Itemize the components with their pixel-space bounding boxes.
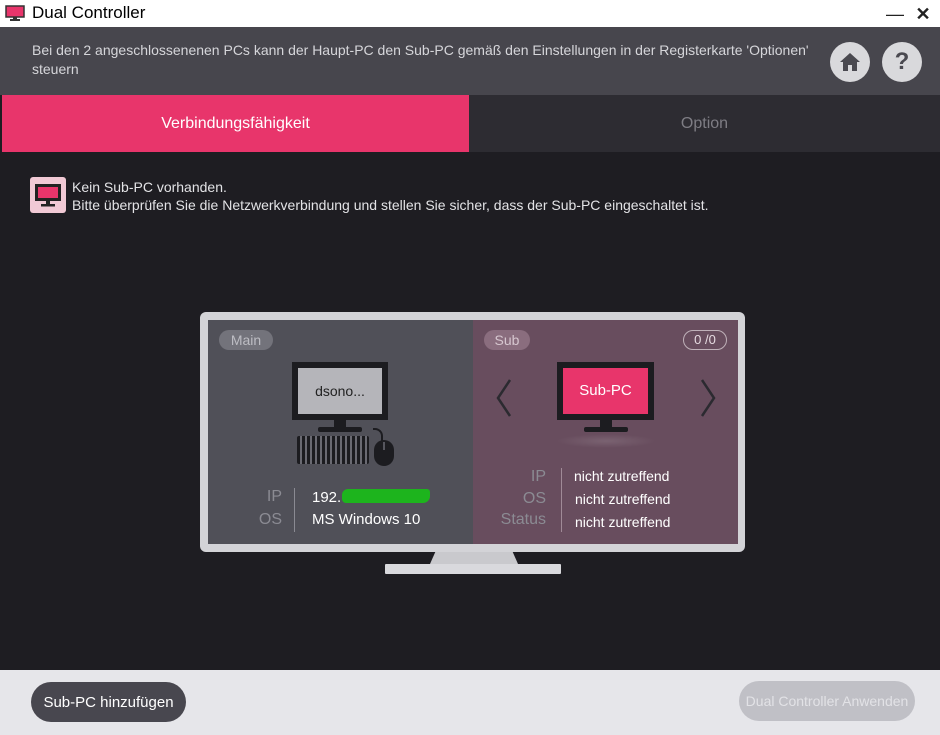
- tab-option[interactable]: Option: [469, 95, 940, 152]
- main-pc-monitor-foot: [318, 427, 362, 432]
- sub-ip-value: nicht zutreffend: [574, 468, 670, 484]
- minimize-button[interactable]: —: [884, 3, 906, 25]
- apply-dual-controller-button[interactable]: Dual Controller Anwenden: [739, 681, 915, 721]
- tab-connectivity[interactable]: Verbindungsfähigkeit: [2, 95, 469, 152]
- main-ip-label: IP: [266, 488, 282, 505]
- sub-os-label: OS: [522, 490, 546, 507]
- main-os-value: MS Windows 10: [312, 511, 421, 528]
- notice-message: Kein Sub-PC vorhanden. Bitte überprüfen …: [72, 178, 709, 214]
- main-tag: Main: [219, 330, 273, 350]
- sub-status-value: nicht zutreffend: [575, 514, 671, 530]
- sub-pc-reflection: [556, 434, 656, 448]
- sub-pc-monitor-foot: [584, 427, 628, 432]
- notice-line-2: Bitte überprüfen Sie die Netzwerkverbind…: [72, 197, 709, 213]
- add-sub-pc-button[interactable]: Sub-PC hinzufügen: [31, 682, 186, 722]
- help-icon: ?: [894, 48, 910, 75]
- home-icon: [840, 53, 860, 71]
- title-bar: Dual Controller — ✕: [0, 0, 940, 27]
- keyboard-icon: [297, 436, 369, 464]
- close-button[interactable]: ✕: [912, 3, 934, 25]
- dual-controller-window: Dual Controller — ✕ Bei den 2 angeschlos…: [0, 0, 940, 735]
- window-title: Dual Controller: [32, 3, 146, 22]
- notice-line-1: Kein Sub-PC vorhanden.: [72, 179, 227, 195]
- notice-monitor-icon: [30, 177, 66, 213]
- monitor-stand-base: [385, 564, 561, 574]
- sub-info-divider: [561, 468, 562, 532]
- sub-pc-counter: 0 /0: [683, 330, 727, 350]
- monitor-stand-neck: [430, 552, 518, 564]
- sub-ip-label: IP: [530, 468, 546, 485]
- main-os-label: OS: [258, 511, 282, 528]
- ip-redaction-mark: [342, 489, 430, 503]
- sub-os-value: nicht zutreffend: [575, 491, 671, 507]
- sub-tag: Sub: [484, 330, 530, 350]
- sub-pc-name: Sub-PC: [563, 368, 648, 414]
- main-pc-name: dsono...: [298, 368, 382, 414]
- header-bar: Bei den 2 angeschlossenenen PCs kann der…: [0, 27, 940, 95]
- chevron-left-icon[interactable]: [494, 376, 514, 420]
- main-info-divider: [294, 488, 295, 532]
- main-ip-value: 192.: [312, 489, 342, 506]
- mouse-icon: [374, 440, 394, 466]
- tab-bar: Verbindungsfähigkeit Option: [0, 95, 940, 152]
- sub-status-label: Status: [500, 511, 546, 528]
- home-button[interactable]: [830, 42, 870, 82]
- header-description: Bei den 2 angeschlossenenen PCs kann der…: [32, 42, 809, 77]
- help-button[interactable]: ?: [882, 42, 922, 82]
- chevron-right-icon[interactable]: [698, 376, 718, 420]
- app-monitor-icon: [5, 5, 25, 21]
